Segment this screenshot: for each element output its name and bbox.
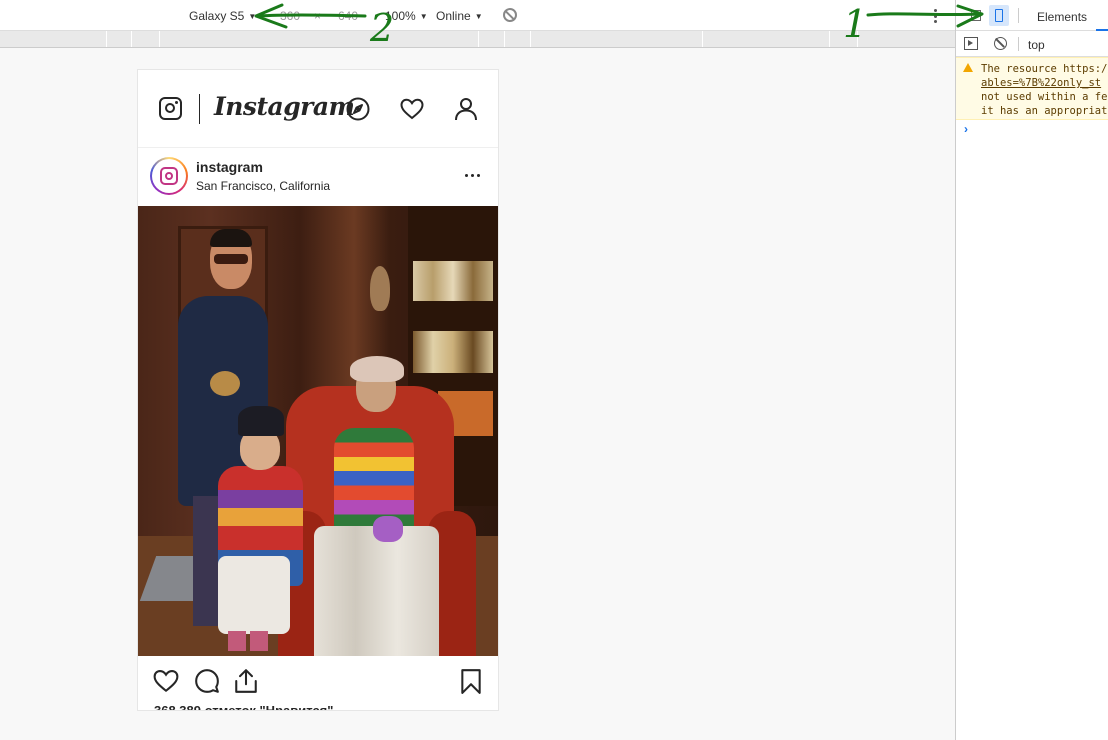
console-toolbar: top [956, 31, 1108, 57]
console-prompt[interactable]: › [964, 122, 968, 136]
warning-line-2[interactable]: ables=%7B%22only_st [981, 76, 1108, 90]
height-input[interactable]: 640 [338, 9, 358, 23]
share-icon[interactable] [233, 668, 259, 694]
annotation-label-1: 1 [843, 2, 868, 46]
avatar[interactable] [150, 157, 188, 195]
more-options-icon[interactable] [465, 174, 480, 177]
instagram-header: Instagram [138, 70, 498, 148]
rotate-disabled-icon[interactable] [503, 8, 517, 22]
post-username[interactable]: instagram [196, 159, 263, 175]
chevron-down-icon: ▼ [419, 11, 428, 21]
device-select[interactable]: Galaxy S5 ▼ [189, 9, 256, 23]
network-value: Online [436, 9, 471, 23]
chevron-down-icon: ▼ [248, 11, 257, 21]
post-actions: 368 389 отметок "Нравится" [138, 656, 498, 710]
device-viewport: Instagram instagram San Francisco, Calif… [137, 69, 499, 711]
console-sidebar-icon[interactable] [964, 37, 978, 50]
instagram-glyph-icon [160, 167, 178, 185]
warning-line-1[interactable]: The resource https:// [981, 62, 1108, 76]
devtools-panel: Elements top The resource https:// ables… [955, 0, 1108, 740]
camera-icon[interactable] [159, 97, 182, 120]
more-options-icon[interactable] [933, 9, 937, 23]
warning-line-3: not used within a fe [981, 91, 1108, 103]
media-query-ruler[interactable] [0, 31, 955, 48]
like-heart-icon[interactable] [153, 668, 179, 694]
heart-icon[interactable] [400, 97, 424, 121]
warning-icon [963, 63, 973, 72]
chevron-down-icon: ▼ [474, 11, 483, 21]
dimension-separator: × [314, 9, 322, 23]
width-input[interactable]: 360 [280, 9, 300, 23]
console-warning: The resource https:// ables=%7B%22only_s… [956, 57, 1108, 120]
post-photo[interactable] [138, 206, 498, 656]
header-divider [199, 94, 200, 124]
post-header: instagram San Francisco, California [138, 148, 498, 206]
clear-console-icon[interactable] [994, 37, 1007, 50]
execution-context-select[interactable]: top [1028, 38, 1045, 52]
network-throttle-select[interactable]: Online ▼ [436, 9, 483, 23]
devtools-tabbar: Elements [956, 0, 1108, 31]
warning-line-4: it has an appropriat [981, 105, 1108, 117]
toggle-device-toolbar-button[interactable] [989, 5, 1009, 26]
compass-icon[interactable] [346, 97, 370, 121]
profile-icon[interactable] [454, 97, 478, 121]
bookmark-icon[interactable] [458, 668, 484, 694]
device-toolbar: Galaxy S5 ▼ 360 × 640 100% ▼ Online ▼ [0, 0, 955, 31]
tabbar-separator [1018, 8, 1019, 23]
tab-elements[interactable]: Elements [1037, 10, 1087, 24]
annotation-label-2: 2 [370, 6, 395, 50]
instagram-logo[interactable]: Instagram [214, 92, 355, 121]
comment-icon[interactable] [194, 668, 220, 694]
post-location[interactable]: San Francisco, California [196, 179, 330, 193]
dock-side-icon[interactable] [971, 10, 981, 21]
console-toolbar-separator [1018, 37, 1019, 51]
device-name: Galaxy S5 [189, 9, 245, 23]
device-toolbar-icon [995, 9, 1003, 22]
likes-count[interactable]: 368 389 отметок "Нравится" [154, 703, 333, 710]
